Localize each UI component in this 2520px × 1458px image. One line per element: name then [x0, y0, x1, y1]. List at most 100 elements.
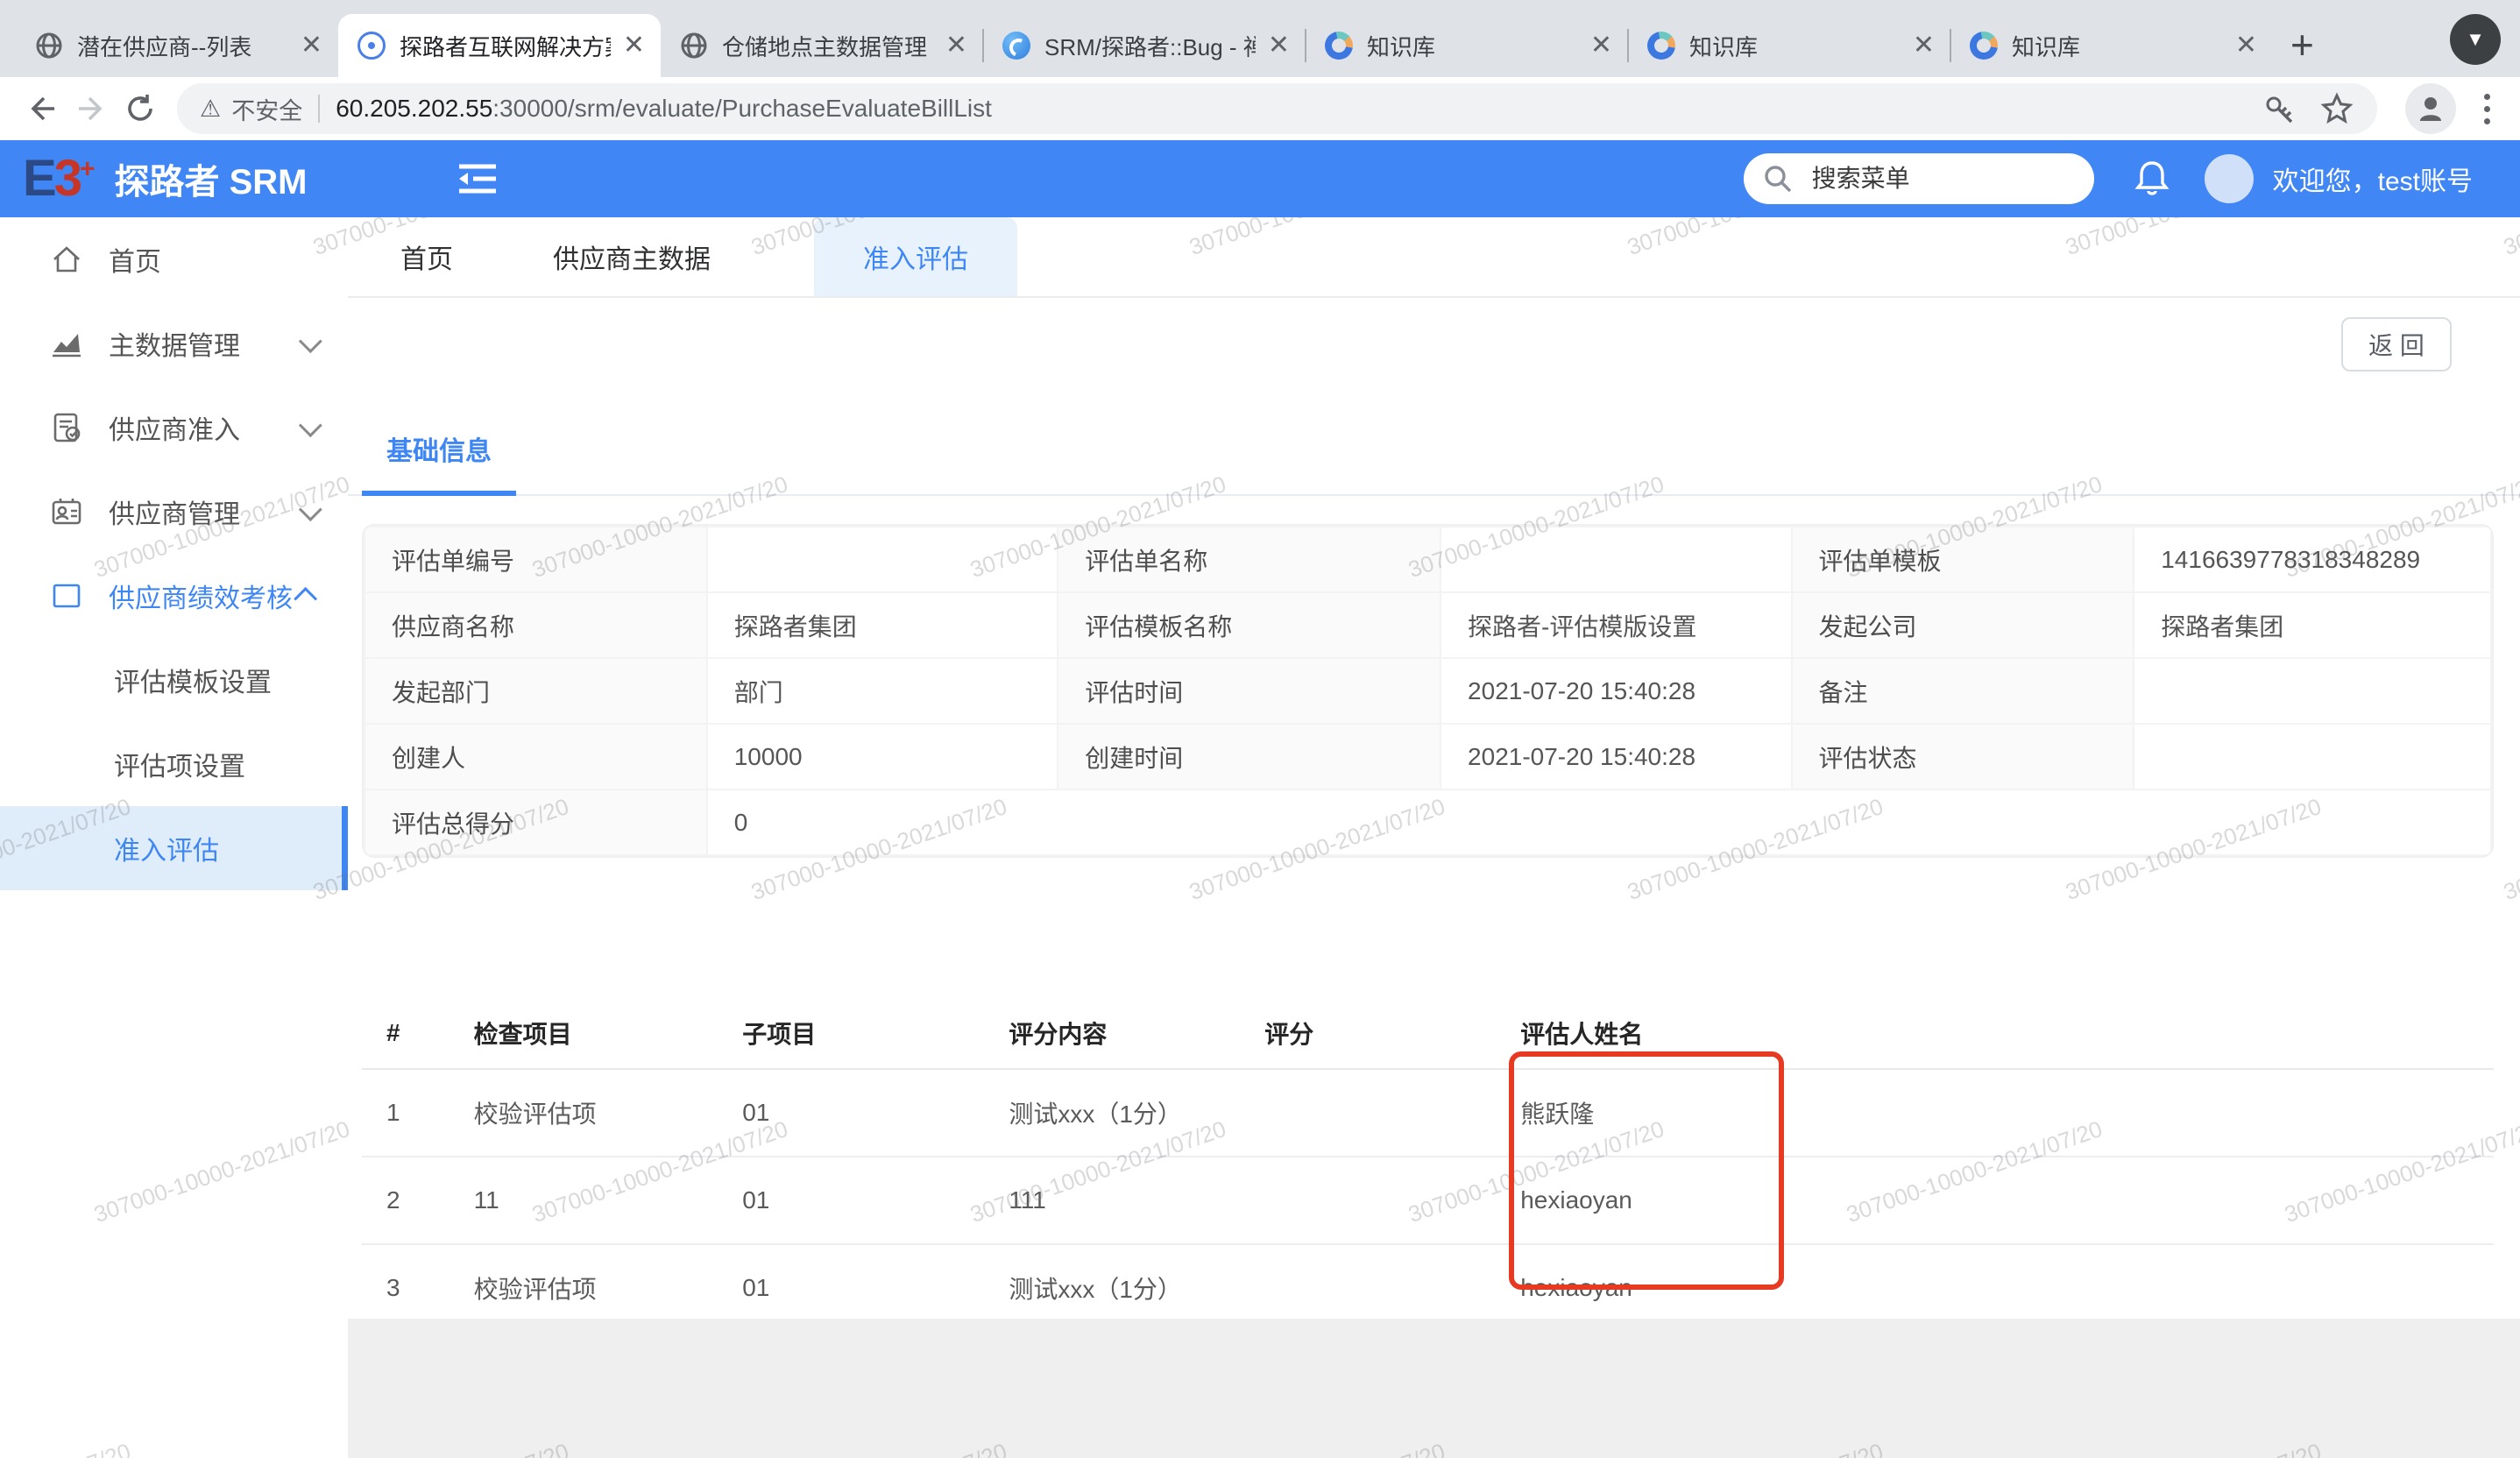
- chart-icon: [49, 326, 84, 361]
- browser-tab-6[interactable]: 知识库 ✕: [1628, 14, 1950, 77]
- address-bar: ⚠ 不安全 60.205.202.55:30000/srm/evaluate/P…: [0, 77, 2520, 140]
- field-value: 探路者集团: [2134, 592, 2491, 658]
- cell-check-item: 校验评估项: [469, 1069, 738, 1157]
- globe-icon: [35, 32, 63, 60]
- tab-search-button[interactable]: ▼: [2450, 14, 2501, 65]
- app-header: E3+ 探路者 SRM 欢迎您，test账号: [0, 140, 2520, 217]
- back-to-list-button[interactable]: 返 回: [2341, 317, 2452, 372]
- page-background: [348, 1319, 2520, 1458]
- forward-button[interactable]: [67, 84, 116, 133]
- info-row: 发起部门 部门 评估时间 2021-07-20 15:40:28 备注: [365, 658, 2491, 724]
- sidebar-item-label: 供应商管理: [109, 492, 300, 531]
- password-key-icon[interactable]: [2263, 92, 2297, 125]
- table-row: 2 11 01 111 hexiaoyan: [362, 1157, 2494, 1244]
- sidebar-subitem-label: 评估模板设置: [114, 661, 272, 699]
- chevron-down-icon: [299, 329, 322, 353]
- field-label: 评估单名称: [1058, 527, 1441, 592]
- field-value: 0: [707, 789, 2491, 855]
- sidebar-item-home[interactable]: 首页: [0, 217, 348, 301]
- sidebar-item-label: 首页: [109, 240, 316, 279]
- tab-close-icon[interactable]: ✕: [297, 29, 326, 62]
- tab-title: 知识库: [2012, 30, 2223, 62]
- page-tab-home[interactable]: 首页: [355, 217, 499, 296]
- sidebar-subitem-admission-evaluation[interactable]: 准入评估: [0, 806, 348, 890]
- user-avatar[interactable]: [2205, 154, 2254, 203]
- tab-close-icon[interactable]: ✕: [942, 29, 971, 62]
- bookmark-star-icon[interactable]: [2319, 91, 2354, 126]
- back-button[interactable]: [18, 84, 67, 133]
- chevron-down-icon: ▼: [2466, 30, 2485, 49]
- document-check-icon: [49, 410, 84, 445]
- sidebar-collapse-button[interactable]: [456, 159, 499, 198]
- field-value: 探路者集团: [707, 592, 1058, 658]
- tab-close-icon[interactable]: ✕: [1587, 29, 1616, 62]
- sidebar-item-label: 主数据管理: [109, 324, 300, 363]
- menu-search-box[interactable]: [1744, 153, 2094, 204]
- sidebar-subitem-template-settings[interactable]: 评估模板设置: [0, 638, 348, 722]
- cell-score: [1259, 1157, 1515, 1244]
- page-tab-bar: 首页 供应商主数据 准入评估: [348, 217, 2520, 298]
- field-value: 10000: [707, 724, 1058, 789]
- chevron-down-icon: [299, 414, 322, 437]
- cell-score-content: 111: [1003, 1157, 1259, 1244]
- tab-title: 知识库: [1367, 30, 1578, 62]
- evaluation-items-table: # 检查项目 子项目 评分内容 评分 评估人姓名 1 校验评估项 01 测试xx…: [362, 998, 2494, 1333]
- browser-tab-7[interactable]: 知识库 ✕: [1950, 14, 2273, 77]
- menu-search-input[interactable]: [1810, 164, 2059, 194]
- sidebar-subitem-item-settings[interactable]: 评估项设置: [0, 722, 348, 806]
- sidebar-item-master-data[interactable]: 主数据管理: [0, 301, 348, 386]
- browser-tab-1[interactable]: 潜在供应商--列表 ✕: [16, 14, 338, 77]
- page-tab-supplier-master-data[interactable]: 供应商主数据: [507, 217, 756, 296]
- cell-check-item: 11: [469, 1157, 738, 1244]
- e3-logo: E3+: [23, 153, 95, 204]
- wiki-icon: [1970, 32, 1998, 60]
- browser-profile-button[interactable]: [2405, 83, 2456, 134]
- field-label: 评估单编号: [365, 527, 707, 592]
- page-tab-admission-evaluation[interactable]: 准入评估: [814, 217, 1017, 296]
- col-index: #: [362, 998, 469, 1069]
- tab-close-icon[interactable]: ✕: [619, 29, 648, 62]
- browser-tab-4[interactable]: SRM/探路者::Bug - 禅 ✕: [983, 14, 1306, 77]
- field-label: 发起部门: [365, 658, 707, 724]
- cell-score: [1259, 1069, 1515, 1157]
- field-value: 部门: [707, 658, 1058, 724]
- browser-tab-5[interactable]: 知识库 ✕: [1306, 14, 1628, 77]
- field-value: 2021-07-20 15:40:28: [1441, 724, 1791, 789]
- tab-title: 仓储地点主数据管理 -: [722, 30, 933, 62]
- info-row: 供应商名称 探路者集团 评估模板名称 探路者-评估模版设置 发起公司 探路者集团: [365, 592, 2491, 658]
- tab-close-icon[interactable]: ✕: [1909, 29, 1938, 62]
- sidebar-subitem-label: 评估项设置: [114, 745, 245, 783]
- field-value: 探路者-评估模版设置: [1441, 592, 1791, 658]
- browser-tab-3[interactable]: 仓储地点主数据管理 - ✕: [661, 14, 983, 77]
- browser-tab-2-active[interactable]: 探路者互联网解决方案 ✕: [338, 14, 661, 77]
- tab-close-icon[interactable]: ✕: [2232, 29, 2261, 62]
- field-value: [2134, 724, 2491, 789]
- new-tab-button[interactable]: +: [2290, 25, 2314, 65]
- sidebar-item-supplier-management[interactable]: 供应商管理: [0, 470, 348, 554]
- main-content: 首页 供应商主数据 准入评估 返 回 基础信息 评估单编号 评估单名称 评估单模…: [348, 217, 2520, 1458]
- annotation-red-box: [1509, 1051, 1784, 1290]
- field-label: 评估单模板: [1792, 527, 2134, 592]
- tab-basic-info[interactable]: 基础信息: [362, 429, 516, 496]
- sidebar-item-supplier-admission[interactable]: 供应商准入: [0, 386, 348, 470]
- field-label: 发起公司: [1792, 592, 2134, 658]
- col-check-item: 检查项目: [469, 998, 738, 1069]
- tab-close-icon[interactable]: ✕: [1264, 29, 1293, 62]
- field-value: [2134, 658, 2491, 724]
- search-icon: [1763, 164, 1793, 194]
- notification-bell-icon[interactable]: [2134, 159, 2170, 198]
- sidebar-item-supplier-performance[interactable]: 供应商绩效考核: [0, 554, 348, 638]
- col-score-content: 评分内容: [1003, 998, 1259, 1069]
- field-label: 评估时间: [1058, 658, 1441, 724]
- warning-icon: ⚠: [200, 96, 221, 123]
- url-field[interactable]: ⚠ 不安全 60.205.202.55:30000/srm/evaluate/P…: [177, 83, 2377, 134]
- reload-button[interactable]: [116, 84, 165, 133]
- browser-tab-strip: 潜在供应商--列表 ✕ 探路者互联网解决方案 ✕ 仓储地点主数据管理 - ✕ S…: [0, 0, 2520, 77]
- app-title: 探路者 SRM: [114, 153, 307, 204]
- browser-menu-button[interactable]: [2484, 94, 2490, 124]
- field-value: [707, 527, 1058, 592]
- security-label[interactable]: 不安全: [231, 92, 302, 126]
- cell-index: 2: [362, 1157, 469, 1244]
- table-header-row: # 检查项目 子项目 评分内容 评分 评估人姓名: [362, 998, 2494, 1069]
- sidebar: 首页 主数据管理 供应商准入 供应商管理 供应商绩效考核 评估模板设置 评估项设…: [0, 217, 348, 1458]
